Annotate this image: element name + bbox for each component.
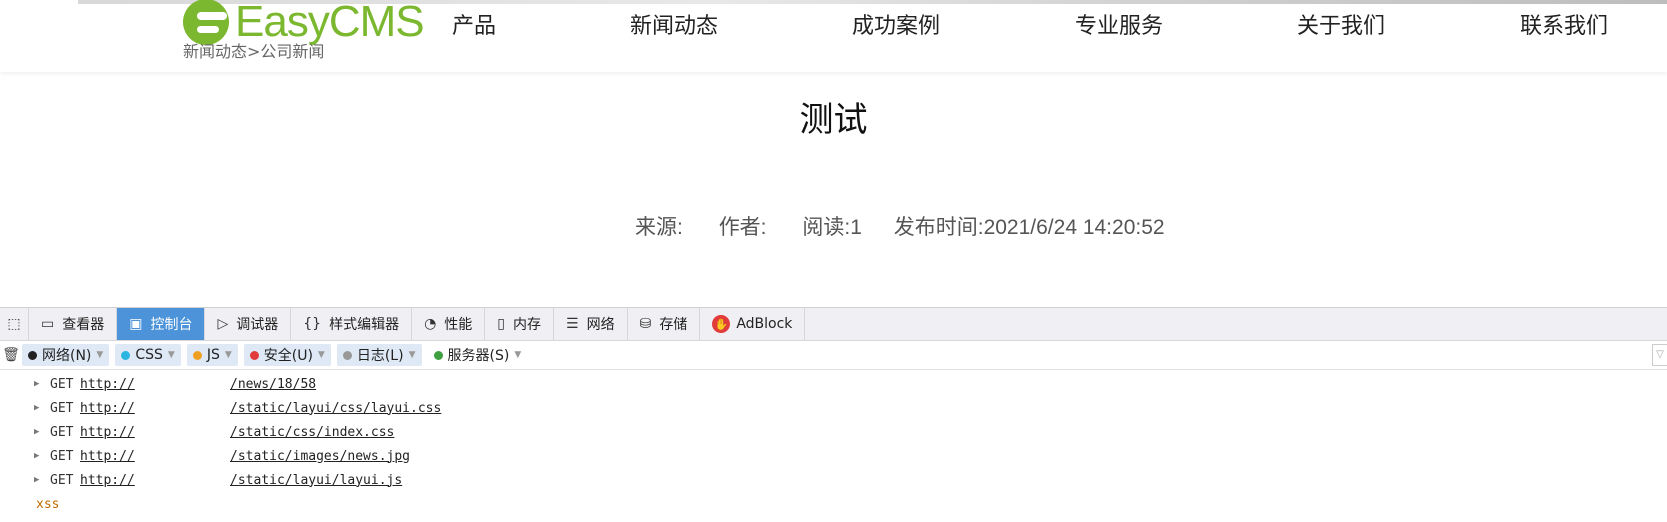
inspector-icon: ▭ [41,316,55,332]
request-url-prefix[interactable]: http:// [80,401,230,416]
request-method: GET [50,424,74,440]
tab-console[interactable]: ▣ 控制台 [117,308,206,340]
filter-label: 服务器(S) [447,348,510,364]
tab-network[interactable]: ☰ 网络 [554,308,628,340]
chevron-down-icon: ▼ [317,350,325,360]
request-path[interactable]: /static/images/news.jpg [230,449,410,464]
article-source: 来源: [635,216,683,239]
request-path[interactable]: /static/css/index.css [230,425,394,440]
dot-icon [28,350,37,360]
tab-label: 性能 [444,317,473,333]
chevron-down-icon: ▼ [167,350,175,360]
dot-icon [342,350,352,360]
nav-item-news[interactable]: 新闻动态 [630,8,718,40]
filter-css[interactable]: CSS ▼ [115,344,181,366]
filter-label: 安全(U) [263,348,313,364]
nav-item-about[interactable]: 关于我们 [1297,8,1385,40]
tab-style-editor[interactable]: {} 样式编辑器 [291,308,413,340]
console-icon: ▣ [129,316,143,332]
tab-inspector[interactable]: ▭ 查看器 [29,308,118,340]
log-row[interactable]: ▶ GET http:// /static/layui/layui.js [0,468,1667,492]
devtools-panel: ⬚ ▭ 查看器 ▣ 控制台 ▷ 调试器 {} 样式编辑器 ◔ 性能 ▯ 内存 ☰… [0,307,1667,522]
article-published: 发布时间:2021/6/24 14:20:52 [893,216,1165,239]
request-path[interactable]: /static/layui/layui.js [230,473,402,488]
filter-label: 日志(L) [356,348,404,364]
log-row[interactable]: ▶ GET http:// /static/layui/css/layui.cs… [0,396,1667,420]
request-url-prefix[interactable]: http:// [80,449,230,464]
tab-label: 存储 [659,317,688,333]
request-method: GET [50,472,74,488]
network-icon: ☰ [566,316,579,332]
filter-logging[interactable]: 日志(L) ▼ [336,344,422,366]
style-editor-icon: {} [303,316,322,332]
nav-item-contact[interactable]: 联系我们 [1520,8,1608,40]
log-row[interactable]: ▶ GET http:// /news/18/58 [0,372,1667,396]
devtools-tabbar: ⬚ ▭ 查看器 ▣ 控制台 ▷ 调试器 {} 样式编辑器 ◔ 性能 ▯ 内存 ☰… [0,308,1667,341]
chevron-down-icon: ▼ [96,350,104,360]
nav-item-services[interactable]: 专业服务 [1075,8,1163,40]
log-row[interactable]: ▶ GET http:// /static/css/index.css [0,420,1667,444]
tab-label: 控制台 [150,317,193,333]
trash-icon[interactable]: 🗑 [0,347,22,363]
expand-arrow-icon[interactable]: ▶ [34,451,44,461]
tab-label: 样式编辑器 [329,317,400,333]
memory-icon: ▯ [497,316,506,332]
article-title: 测试 [799,100,868,140]
chevron-down-icon: ▼ [408,350,416,360]
performance-icon: ◔ [424,316,437,332]
request-method: GET [50,400,74,416]
dot-icon [192,350,202,360]
tab-performance[interactable]: ◔ 性能 [412,308,486,340]
request-url-prefix[interactable]: http:// [80,425,230,440]
log-row[interactable]: ▶ GET http:// /static/images/news.jpg [0,444,1667,468]
storage-icon: ⛁ [639,316,652,332]
tab-label: 内存 [513,317,542,333]
filter-output-input[interactable]: ▽ [1652,344,1667,366]
tab-debugger[interactable]: ▷ 调试器 [205,308,292,340]
filter-label: 网络(N) [42,348,92,364]
chevron-down-icon: ▼ [224,350,232,360]
expand-arrow-icon[interactable]: ▶ [34,427,44,437]
tab-label: 调试器 [236,317,279,333]
article-author: 作者: [718,216,767,239]
debugger-icon: ▷ [217,316,229,332]
request-method: GET [50,448,74,464]
tab-memory[interactable]: ▯ 内存 [485,308,555,340]
tab-label: 网络 [586,317,615,333]
nav-item-products[interactable]: 产品 [452,8,496,40]
expand-arrow-icon[interactable]: ▶ [34,403,44,413]
article-reads: 阅读:1 [802,216,862,239]
filter-js[interactable]: JS ▼ [186,344,238,366]
adblock-icon: ✋ [712,315,731,333]
dot-icon [433,350,443,360]
request-url-prefix[interactable]: http:// [80,377,230,392]
tab-adblock[interactable]: ✋ AdBlock [700,308,806,340]
nav-item-cases[interactable]: 成功案例 [852,8,940,40]
article-meta: 来源: 作者: 阅读:1 发布时间:2021/6/24 14:20:52 [635,211,1195,241]
breadcrumb[interactable]: 新闻动态>公司新闻 [183,38,324,62]
dot-icon [121,350,131,360]
request-path[interactable]: /news/18/58 [230,377,316,392]
filter-label: CSS [135,347,163,363]
dot-icon [249,350,259,360]
filter-network[interactable]: 网络(N) ▼ [22,344,110,366]
request-path[interactable]: /static/layui/css/layui.css [230,401,441,416]
console-output: ▶ GET http:// /news/18/58 ▶ GET http:// … [0,370,1667,516]
filter-server[interactable]: 服务器(S) ▼ [428,344,528,366]
console-filter-bar: 🗑 网络(N) ▼ CSS ▼ JS ▼ 安全(U) ▼ 日志(L) ▼ 服务器… [0,341,1667,370]
request-url-prefix[interactable]: http:// [80,473,230,488]
tab-label: 查看器 [62,317,105,333]
expand-arrow-icon[interactable]: ▶ [34,379,44,389]
expand-arrow-icon[interactable]: ▶ [34,475,44,485]
filter-security[interactable]: 安全(U) ▼ [243,344,331,366]
tab-storage[interactable]: ⛁ 存储 [628,308,701,340]
element-picker-icon[interactable]: ⬚ [0,308,29,340]
filter-label: JS [206,347,220,363]
console-output-line: xss [36,496,60,512]
request-method: GET [50,376,74,392]
site-header: EasyCMS 产品 新闻动态 成功案例 专业服务 关于我们 联系我们 新闻动态… [0,0,1667,72]
tab-label: AdBlock [736,316,793,332]
chevron-down-icon: ▼ [514,350,522,360]
